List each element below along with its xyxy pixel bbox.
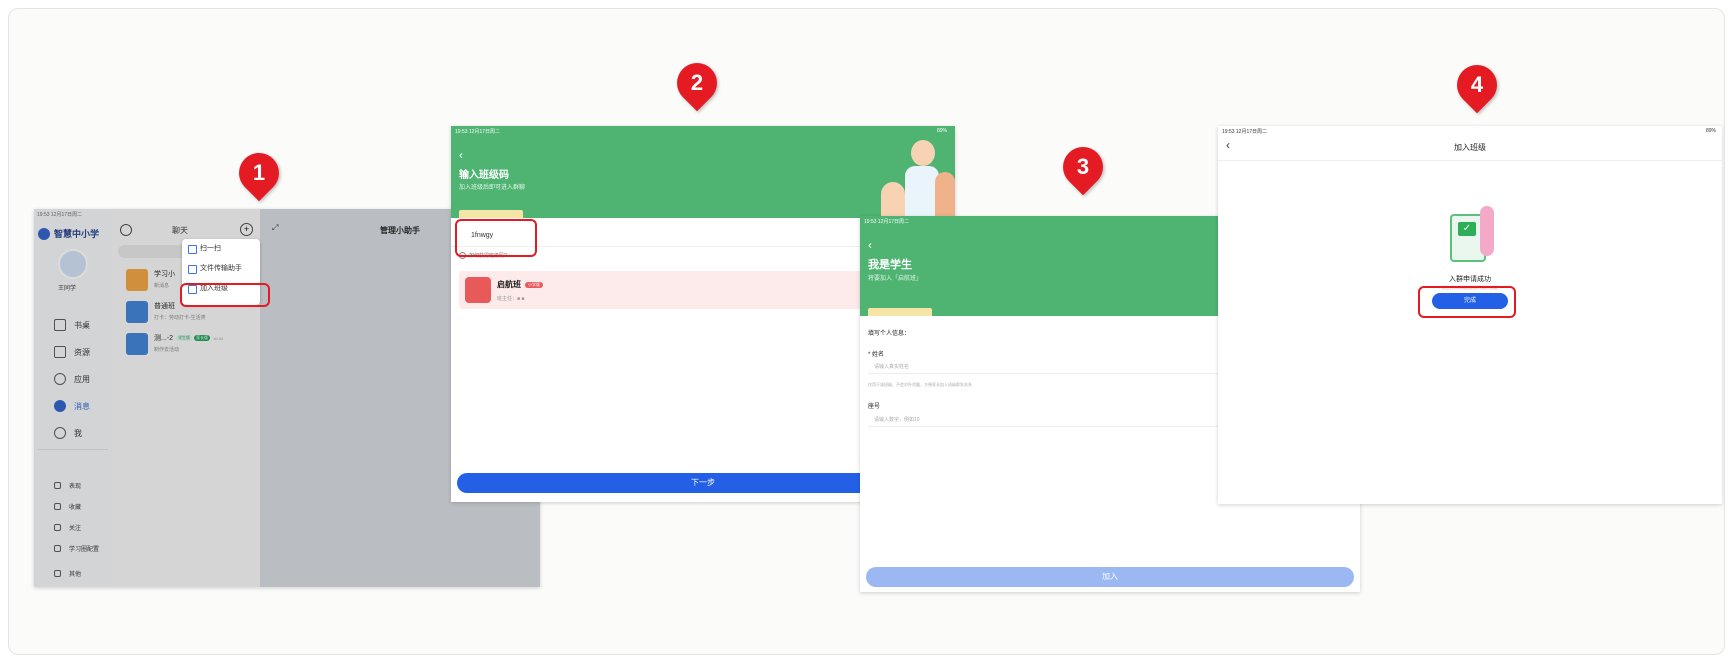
name-note: 仅用于该班级，不会对外泄露，方便家长加入班级群发关系 bbox=[868, 382, 972, 387]
class-name: 启航班 bbox=[497, 280, 521, 289]
join-button[interactable]: 加入 bbox=[866, 567, 1354, 587]
highlight-code-input bbox=[455, 219, 537, 257]
status-bar: 19:53 12月17日周二 bbox=[455, 129, 501, 135]
back-icon[interactable]: ‹ bbox=[868, 238, 872, 252]
name-label: * 姓名 bbox=[868, 352, 885, 358]
step-1-marker: 1 bbox=[230, 144, 288, 202]
header-banner: 19:53 12月17日周二 89% ‹ 输入班级码 加入班级后即可进入群聊 bbox=[451, 126, 955, 218]
back-icon[interactable]: ‹ bbox=[459, 148, 463, 162]
person-illustration bbox=[1480, 206, 1494, 256]
teacher-name: 班主任：■ ■ bbox=[497, 296, 525, 302]
success-illustration: ✓ bbox=[1444, 206, 1496, 262]
menu-item-file-transfer[interactable]: 文件传输助手 bbox=[182, 259, 260, 279]
divider bbox=[1218, 160, 1722, 161]
highlight-join-class bbox=[180, 283, 270, 307]
seat-label: 座号 bbox=[868, 404, 881, 410]
student-illustration bbox=[881, 182, 905, 218]
section-title: 填写个人信息： bbox=[868, 331, 911, 337]
page-title: 加入班级 bbox=[1454, 143, 1486, 152]
status-bar: 19:53 12月17日周二 bbox=[1222, 129, 1268, 135]
book-icon bbox=[459, 210, 523, 218]
page-subtitle: 加入班级后即可进入群聊 bbox=[459, 185, 526, 191]
battery-indicator: 89% bbox=[936, 128, 947, 134]
check-icon: ✓ bbox=[1458, 222, 1476, 236]
page-title: 我是学生 bbox=[868, 259, 912, 271]
student-illustration bbox=[935, 172, 955, 218]
class-tag: 小学版 bbox=[525, 281, 543, 288]
step-4-marker: 4 bbox=[1448, 56, 1506, 114]
success-message: 入群申请成功 bbox=[1449, 276, 1491, 283]
step-2-marker: 2 bbox=[668, 54, 726, 112]
battery-indicator: 89% bbox=[1705, 128, 1716, 134]
page-subtitle: 将要加入「启航班」 bbox=[868, 276, 923, 282]
tutorial-canvas: 1 2 3 4 19:53 12月17日周二 智慧中小学 王同学 书桌 资源 应… bbox=[8, 8, 1725, 655]
class-icon bbox=[465, 277, 491, 303]
step-3-marker: 3 bbox=[1054, 138, 1112, 196]
highlight-done-button bbox=[1418, 286, 1516, 318]
page-title: 输入班级码 bbox=[459, 170, 509, 181]
status-bar: 19:53 12月17日周二 bbox=[864, 219, 910, 225]
screen-4-success: 19:53 12月17日周二 89% ‹ 加入班级 ✓ 入群申请成功 班主任审核… bbox=[1218, 126, 1722, 504]
book-icon bbox=[868, 308, 932, 316]
menu-item-scan[interactable]: 扫一扫 bbox=[182, 239, 260, 259]
